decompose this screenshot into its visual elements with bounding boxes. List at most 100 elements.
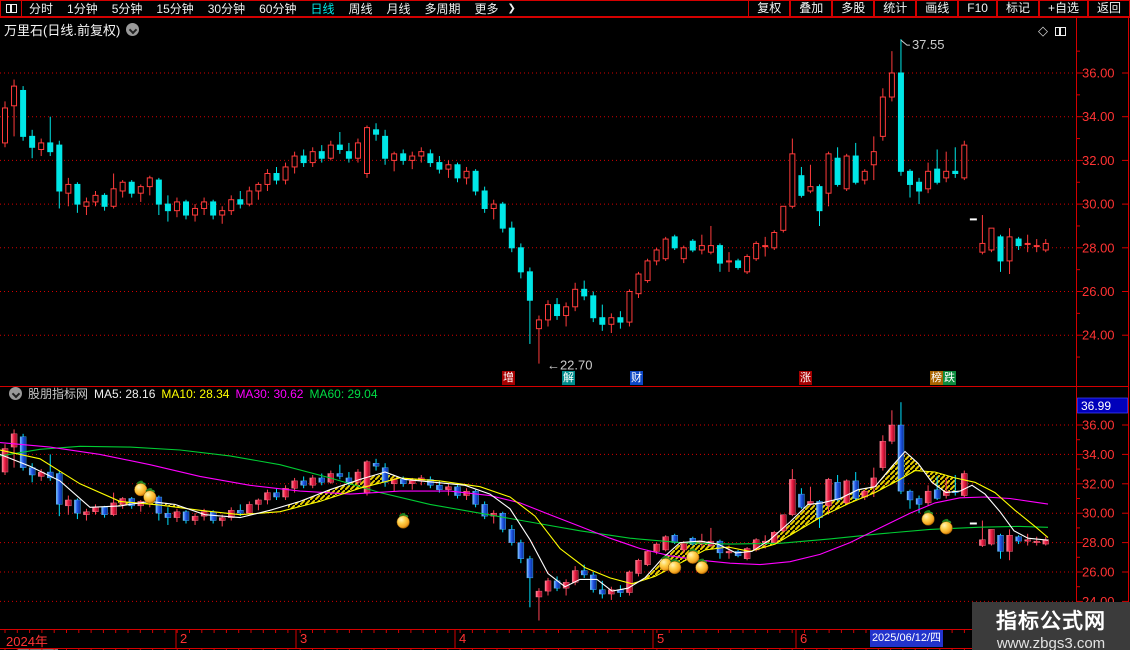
candle-body xyxy=(83,511,90,515)
axis-label: 24.00 xyxy=(1082,328,1115,343)
candle-body xyxy=(218,517,226,521)
candle-body xyxy=(897,72,904,172)
event-badge-增[interactable]: 增 xyxy=(502,371,515,385)
candle-body xyxy=(599,589,606,595)
candle-body xyxy=(590,574,597,590)
toolbar-button-叠加[interactable]: 叠加 xyxy=(790,0,833,17)
period-menu: 分时 1分钟 5分钟 15分钟 30分钟 60分钟 日线 周线 月线 多周期 更多 xyxy=(22,0,506,17)
candle-body xyxy=(852,155,859,183)
candle-body xyxy=(291,155,298,168)
candle-body xyxy=(472,170,479,192)
period-tab-60分钟[interactable]: 60分钟 xyxy=(252,1,303,17)
toolbar-button-画线[interactable]: 画线 xyxy=(916,0,959,17)
corner-icons: ◇ xyxy=(1038,23,1066,39)
period-tab-1分钟[interactable]: 1分钟 xyxy=(60,1,105,17)
candle-body xyxy=(246,190,253,205)
candle-body xyxy=(173,511,181,518)
split-panel-icon[interactable] xyxy=(1055,26,1066,36)
toolbar-button-标记[interactable]: 标记 xyxy=(996,0,1039,17)
candle-body xyxy=(1033,245,1040,248)
candle-body xyxy=(997,236,1004,262)
event-badge-榜[interactable]: 榜 xyxy=(930,371,943,385)
date-label-6: 6 xyxy=(800,631,808,646)
candle-body xyxy=(924,490,932,504)
candle-body xyxy=(888,424,896,442)
candle-body xyxy=(65,499,72,507)
candle-body xyxy=(146,177,153,188)
period-tab-分时[interactable]: 分时 xyxy=(22,1,60,17)
diamond-icon[interactable]: ◇ xyxy=(1038,23,1048,39)
window-layout-button[interactable] xyxy=(0,0,22,17)
candle-body xyxy=(707,245,714,253)
event-badge-跌[interactable]: 跌 xyxy=(943,371,956,385)
candle-body xyxy=(454,164,461,179)
toolbar-button-统计[interactable]: 统计 xyxy=(874,0,917,17)
toolbar-button-+自选[interactable]: +自选 xyxy=(1038,0,1088,17)
candle-body xyxy=(309,151,316,164)
toolbar-button-返回[interactable]: 返回 xyxy=(1087,0,1130,17)
candle-body xyxy=(219,210,226,216)
candle-body xyxy=(879,440,887,468)
period-tab-日线[interactable]: 日线 xyxy=(303,1,341,17)
candle-body xyxy=(137,186,144,194)
candle-body xyxy=(798,175,805,196)
candle-body xyxy=(191,515,199,521)
event-badge-解[interactable]: 解 xyxy=(562,371,575,385)
candle-body xyxy=(264,173,271,185)
candle-body xyxy=(545,304,551,321)
candle-body xyxy=(74,499,81,514)
candle-body xyxy=(445,164,452,170)
period-tab-30分钟[interactable]: 30分钟 xyxy=(201,1,252,17)
ma60-value: MA60: 29.04 xyxy=(309,386,378,401)
candle-body xyxy=(635,560,642,574)
toolbar-button-F10[interactable]: F10 xyxy=(958,0,997,17)
candle-body xyxy=(92,194,99,203)
period-tab-15分钟[interactable]: 15分钟 xyxy=(149,1,200,17)
candle-body xyxy=(490,203,497,209)
candle-body xyxy=(744,256,751,273)
period-tab-月线[interactable]: 月线 xyxy=(380,1,418,17)
candle-body xyxy=(29,135,36,148)
candle-body xyxy=(581,288,588,297)
candle-body xyxy=(753,242,760,260)
high-annotation: 37.55 xyxy=(912,37,945,52)
candle-body xyxy=(409,155,416,161)
candle-body xyxy=(1024,539,1031,542)
period-tab-更多[interactable]: 更多 xyxy=(468,1,506,17)
candle-body xyxy=(255,183,262,192)
candle-body xyxy=(526,271,533,301)
last-value-text: 36.99 xyxy=(1081,399,1111,413)
candle-body xyxy=(698,245,705,251)
axis-label: 36.00 xyxy=(1082,66,1115,81)
period-tab-多周期[interactable]: 多周期 xyxy=(418,1,468,17)
candle-body xyxy=(264,492,271,501)
candle-body xyxy=(454,486,461,496)
candle-body xyxy=(997,535,1004,552)
toolbar-button-多股[interactable]: 多股 xyxy=(832,0,875,17)
candle-body xyxy=(735,260,742,268)
candle-body xyxy=(662,536,669,551)
indicator-expander-icon[interactable] xyxy=(9,387,22,400)
candle-body xyxy=(291,480,298,489)
more-arrow-icon[interactable]: ❯ xyxy=(506,3,518,14)
event-badge-涨[interactable]: 涨 xyxy=(799,371,812,385)
candle-body xyxy=(544,580,552,592)
event-badge-财[interactable]: 财 xyxy=(630,371,643,385)
candle-body xyxy=(400,479,407,485)
candle-body xyxy=(38,142,45,150)
period-tab-周线[interactable]: 周线 xyxy=(341,1,379,17)
period-tab-5分钟[interactable]: 5分钟 xyxy=(105,1,150,17)
candle-body xyxy=(409,480,416,484)
candle-body xyxy=(418,151,425,157)
candle-body xyxy=(508,227,515,249)
candle-body xyxy=(807,186,814,192)
toolbar-button-复权[interactable]: 复权 xyxy=(748,0,791,17)
candle-body xyxy=(608,317,615,325)
candle-body xyxy=(336,473,344,477)
title-expander-icon[interactable] xyxy=(126,23,140,36)
candle-body xyxy=(979,242,986,253)
candle-body xyxy=(635,273,642,295)
chart-canvas[interactable]: 36.00 36.00 34.00 34.00 32.00 32.00 30.00 30.00… xyxy=(0,0,1130,650)
axis-label: 26.00 xyxy=(1082,284,1115,299)
candle-body xyxy=(581,570,588,576)
